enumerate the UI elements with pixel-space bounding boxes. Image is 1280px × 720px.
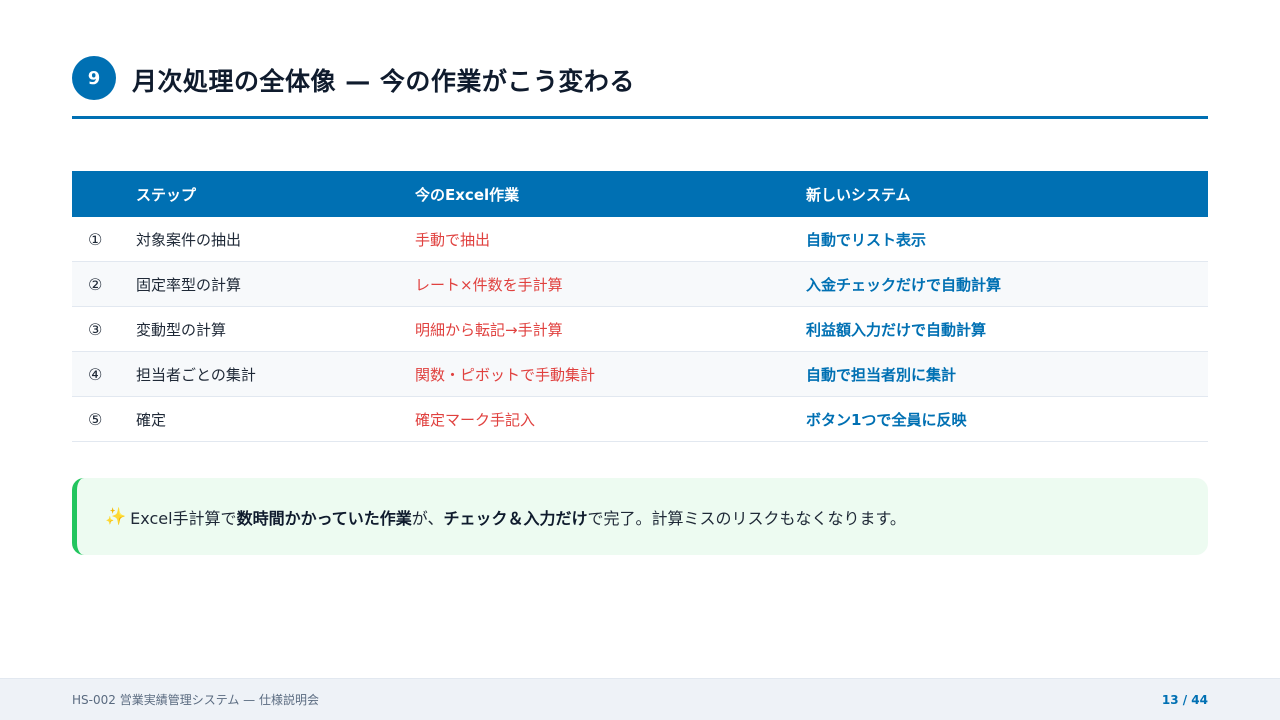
slide-header: 9 月次処理の全体像 — 今の作業がこう変わる (72, 56, 1208, 119)
sparkle-icon: ✨ (105, 506, 127, 527)
footer-title: HS-002 営業実績管理システム — 仕様説明会 (72, 693, 319, 707)
table-row: ⑤ 確定 確定マーク手記入 ボタン1つで全員に反映 (72, 397, 1208, 442)
callout-bold-1: 数時間かかっていた作業 (236, 508, 412, 528)
column-header-new-system: 新しいシステム (806, 185, 911, 204)
step-number: ④ (88, 364, 103, 384)
callout-text-2: が、 (411, 508, 444, 528)
excel-task: 関数・ピボットで手動集計 (415, 365, 596, 384)
table-row: ③ 変動型の計算 明細から転記→手計算 利益額入力だけで自動計算 (72, 307, 1208, 352)
excel-task: レート×件数を手計算 (415, 275, 563, 294)
slide: 9 月次処理の全体像 — 今の作業がこう変わる ステップ 今のExcel作業 新… (0, 0, 1280, 720)
table-row: ② 固定率型の計算 レート×件数を手計算 入金チェックだけで自動計算 (72, 262, 1208, 307)
table-row: ④ 担当者ごとの集計 関数・ピボットで手動集計 自動で担当者別に集計 (72, 352, 1208, 397)
callout-bold-2: チェック＆入力だけ (443, 508, 588, 528)
new-system-task: 自動で担当者別に集計 (806, 365, 957, 384)
step-name: 担当者ごとの集計 (136, 365, 256, 384)
step-number: ③ (88, 319, 103, 339)
column-header-step: ステップ (136, 185, 197, 204)
step-number: ⑤ (88, 409, 103, 429)
page-number: 13 / 44 (1161, 692, 1208, 707)
callout-text-3: で完了。計算ミスのリスクもなくなります。 (587, 508, 906, 528)
new-system-task: ボタン1つで全員に反映 (806, 410, 967, 429)
new-system-task: 自動でリスト表示 (806, 230, 927, 249)
excel-task: 確定マーク手記入 (415, 410, 536, 429)
step-name: 固定率型の計算 (136, 275, 242, 294)
column-header-excel: 今のExcel作業 (415, 185, 520, 204)
section-number-badge: 9 (72, 56, 116, 100)
callout-text-1: Excel手計算で (130, 508, 237, 528)
step-name: 確定 (136, 410, 167, 429)
table-row: ① 対象案件の抽出 手動で抽出 自動でリスト表示 (72, 217, 1208, 262)
step-number: ② (88, 274, 103, 294)
excel-task: 明細から転記→手計算 (415, 320, 563, 339)
new-system-task: 利益額入力だけで自動計算 (806, 320, 987, 339)
table-header-row: ステップ 今のExcel作業 新しいシステム (72, 171, 1208, 217)
step-number: ① (88, 229, 103, 249)
step-name: 対象案件の抽出 (136, 230, 242, 249)
summary-callout: ✨ Excel手計算で 数時間かかっていた作業 が、 チェック＆入力だけ で完了。計算ミ… (72, 478, 1208, 555)
excel-task: 手動で抽出 (415, 230, 491, 249)
comparison-table: ステップ 今のExcel作業 新しいシステム ① 対象案件の抽出 手動で抽出 自… (72, 171, 1208, 442)
step-name: 変動型の計算 (136, 320, 227, 339)
new-system-task: 入金チェックだけで自動計算 (806, 275, 1002, 294)
slide-footer: HS-002 営業実績管理システム — 仕様説明会 13 / 44 (0, 678, 1280, 720)
page-title: 月次処理の全体像 — 今の作業がこう変わる (132, 67, 635, 96)
